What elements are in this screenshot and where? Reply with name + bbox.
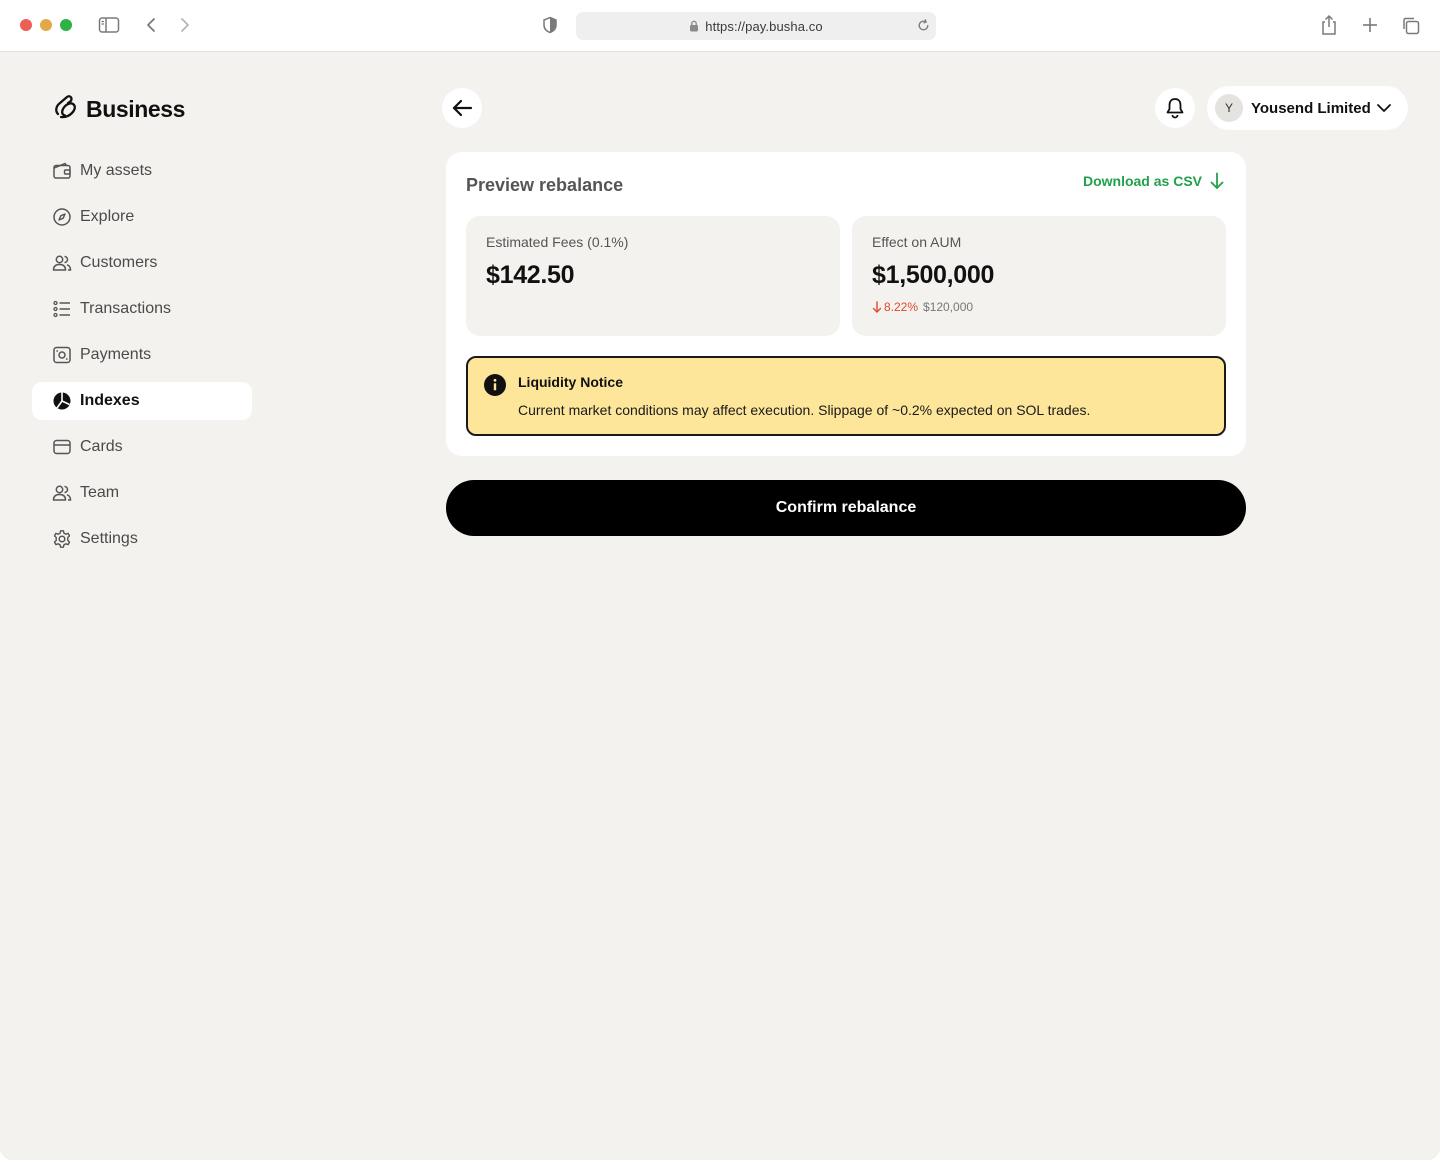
sidebar-item-label: Team (80, 484, 120, 501)
sidebar-item-transactions[interactable]: Transactions (32, 290, 252, 328)
sidebar-item-label: Settings (80, 530, 138, 547)
share-icon[interactable] (1320, 14, 1338, 41)
payments-icon (53, 346, 71, 364)
sidebar-item-payments[interactable]: Payments (32, 336, 252, 374)
estimated-fees-tile: Estimated Fees (0.1%) $142.50 (466, 216, 840, 336)
brand-name: Business (86, 95, 186, 122)
fees-value: $142.50 (486, 261, 575, 289)
browser-back-icon[interactable] (144, 16, 158, 39)
confirm-rebalance-button[interactable]: Confirm rebalance (446, 480, 1246, 536)
privacy-shield-icon[interactable] (542, 16, 558, 39)
brand-logo[interactable]: Business (52, 94, 185, 124)
notice-title: Liquidity Notice (518, 374, 623, 390)
reload-icon[interactable] (917, 19, 930, 35)
arrow-down-red-icon (872, 301, 882, 313)
sidebar-item-cards[interactable]: Cards (32, 428, 252, 466)
gear-icon (53, 530, 71, 548)
sidebar-item-team[interactable]: Team (32, 474, 252, 512)
arrow-down-icon (1210, 172, 1224, 189)
busha-logo-icon (52, 92, 80, 126)
liquidity-notice: Liquidity Notice Current market conditio… (466, 356, 1226, 436)
sidebar-item-explore[interactable]: Explore (32, 198, 252, 236)
sidebar-toggle-icon[interactable] (98, 16, 120, 39)
minimize-window-button[interactable] (40, 19, 52, 31)
preview-rebalance-card: Preview rebalance Download as CSV Estima… (446, 152, 1246, 456)
sidebar-item-customers[interactable]: Customers (32, 244, 252, 282)
address-bar[interactable]: https://pay.busha.co (576, 12, 936, 40)
compass-icon (53, 208, 71, 226)
aum-delta-percent: 8.22% (884, 300, 919, 314)
card-icon (53, 439, 71, 455)
download-csv-button[interactable]: Download as CSV (1083, 172, 1224, 190)
browser-window: https://pay.busha.co Business My assets … (0, 0, 1440, 1160)
card-title: Preview rebalance (466, 175, 624, 195)
sidebar-item-label: Transactions (80, 300, 171, 317)
account-name: Yousend Limited (1251, 99, 1371, 117)
sidebar-item-settings[interactable]: Settings (32, 520, 252, 558)
info-icon (484, 374, 506, 401)
team-icon (52, 485, 72, 501)
list-icon (53, 300, 70, 318)
aum-value: $1,500,000 (872, 261, 995, 289)
sidebar-item-label: Customers (80, 254, 158, 271)
lock-icon (689, 20, 699, 32)
fees-label: Estimated Fees (0.1%) (486, 234, 629, 250)
users-icon (52, 255, 72, 271)
arrow-left-icon (452, 99, 473, 117)
sidebar-item-label: Indexes (80, 392, 140, 409)
pie-chart-icon (53, 392, 71, 410)
aum-delta-amount: $120,000 (923, 300, 974, 314)
browser-forward-icon[interactable] (178, 16, 192, 39)
sidebar-nav: My assets Explore Customers Transactions… (32, 152, 252, 566)
aum-delta: 8.22% $120,000 (872, 300, 973, 314)
close-window-button[interactable] (20, 19, 32, 31)
sidebar-item-indexes[interactable]: Indexes (32, 382, 252, 420)
sidebar-item-label: Explore (80, 208, 135, 225)
notifications-button[interactable] (1155, 88, 1195, 128)
aum-label: Effect on AUM (872, 234, 962, 250)
maximize-window-button[interactable] (60, 19, 72, 31)
sidebar-item-label: Cards (80, 438, 123, 455)
avatar: Y (1215, 94, 1243, 122)
tab-overview-icon[interactable] (1401, 16, 1421, 41)
chevron-down-icon (1376, 100, 1392, 121)
back-button[interactable] (442, 88, 482, 128)
notice-body: Current market conditions may affect exe… (518, 402, 1091, 418)
wallet-icon (53, 162, 71, 179)
url-text: https://pay.busha.co (705, 18, 823, 34)
sidebar-item-label: My assets (80, 162, 153, 179)
account-switcher[interactable]: Y Yousend Limited (1207, 86, 1408, 130)
sidebar-item-my-assets[interactable]: My assets (32, 152, 252, 190)
download-csv-label: Download as CSV (1082, 173, 1202, 189)
new-tab-icon[interactable] (1361, 16, 1379, 39)
bell-icon (1166, 98, 1184, 119)
sidebar-item-label: Payments (80, 346, 152, 363)
aum-effect-tile: Effect on AUM $1,500,000 8.22% $120,000 (852, 216, 1226, 336)
browser-toolbar: https://pay.busha.co (0, 0, 1440, 52)
